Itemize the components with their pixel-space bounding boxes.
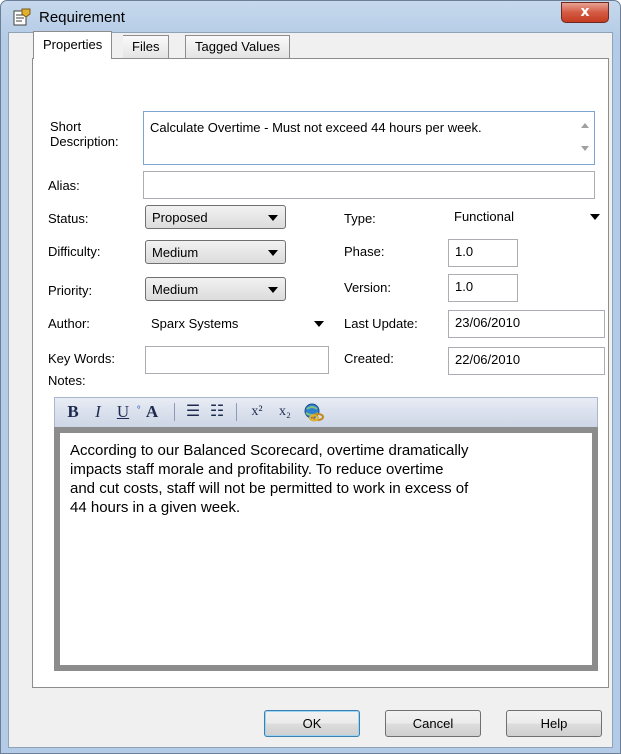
superscript-button[interactable]: x²	[245, 402, 269, 422]
priority-value: Medium	[152, 282, 199, 297]
notes-editor[interactable]: According to our Balanced Scorecard, ove…	[54, 427, 598, 671]
created-label: Created:	[344, 351, 394, 366]
title-bar[interactable]: Requirement x	[1, 1, 620, 33]
font-color-icon: A	[145, 402, 159, 421]
tab-tagged-values[interactable]: Tagged Values	[185, 35, 291, 58]
difficulty-dropdown[interactable]: Medium	[145, 240, 286, 264]
toolbar-separator	[236, 403, 237, 421]
chevron-down-icon	[268, 287, 278, 293]
type-dropdown[interactable]: Functional	[448, 205, 607, 229]
tab-files[interactable]: Files	[123, 35, 170, 58]
short-description-field[interactable]: Calculate Overtime - Must not exceed 44 …	[143, 111, 595, 165]
scroll-down-icon[interactable]	[581, 146, 589, 151]
notes-label: Notes:	[48, 373, 86, 388]
window-title: Requirement	[39, 9, 125, 26]
author-dropdown[interactable]: Sparx Systems	[145, 312, 331, 336]
last-update-label: Last Update:	[344, 316, 418, 331]
type-value: Functional	[454, 209, 514, 224]
priority-dropdown[interactable]: Medium	[145, 277, 286, 301]
key-words-label: Key Words:	[48, 351, 115, 366]
ok-button[interactable]: OK	[264, 710, 360, 737]
notes-toolbar: B I U A ° ☰ ☷ x² x₂	[54, 397, 598, 427]
author-value: Sparx Systems	[151, 316, 239, 331]
status-label: Status:	[48, 211, 89, 226]
font-color-button[interactable]: A °	[137, 402, 165, 422]
hyperlink-icon[interactable]	[303, 402, 325, 422]
subscript-button[interactable]: x₂	[273, 402, 297, 422]
last-update-field[interactable]: 23/06/2010	[448, 310, 605, 338]
short-description-value: Calculate Overtime - Must not exceed 44 …	[150, 120, 482, 135]
help-button[interactable]: Help	[506, 710, 602, 737]
alias-field[interactable]	[143, 171, 595, 199]
phase-field[interactable]: 1.0	[448, 239, 518, 267]
chevron-down-icon	[268, 215, 278, 221]
priority-label: Priority:	[48, 283, 93, 298]
created-field[interactable]: 22/06/2010	[448, 347, 605, 375]
requirement-properties-icon	[13, 8, 31, 26]
phase-label: Phase:	[344, 244, 385, 259]
difficulty-value: Medium	[152, 245, 199, 260]
status-dropdown[interactable]: Proposed	[145, 205, 286, 229]
bold-button[interactable]: B	[65, 402, 81, 422]
scroll-up-icon[interactable]	[581, 123, 589, 128]
bullet-list-icon[interactable]: ☰	[183, 402, 203, 422]
alias-label: Alias:	[48, 178, 80, 193]
type-label: Type:	[344, 211, 376, 226]
difficulty-label: Difficulty:	[48, 244, 101, 259]
short-description-label: Short Description:	[50, 119, 119, 149]
notes-text: According to our Balanced Scorecard, ove…	[70, 442, 469, 516]
version-label: Version:	[344, 280, 391, 295]
version-field[interactable]: 1.0	[448, 274, 518, 302]
status-value: Proposed	[152, 210, 208, 225]
chevron-down-icon	[590, 214, 600, 220]
tab-properties[interactable]: Properties	[33, 31, 113, 59]
chevron-down-icon	[314, 321, 324, 327]
italic-button[interactable]: I	[91, 402, 105, 422]
cancel-button[interactable]: Cancel	[385, 710, 481, 737]
toolbar-separator	[174, 403, 175, 421]
underline-button[interactable]: U	[115, 402, 131, 422]
numbered-list-icon[interactable]: ☷	[207, 402, 227, 422]
key-words-field[interactable]	[145, 346, 329, 374]
close-button[interactable]: x	[561, 2, 609, 23]
author-label: Author:	[48, 316, 90, 331]
chevron-down-icon	[268, 250, 278, 256]
